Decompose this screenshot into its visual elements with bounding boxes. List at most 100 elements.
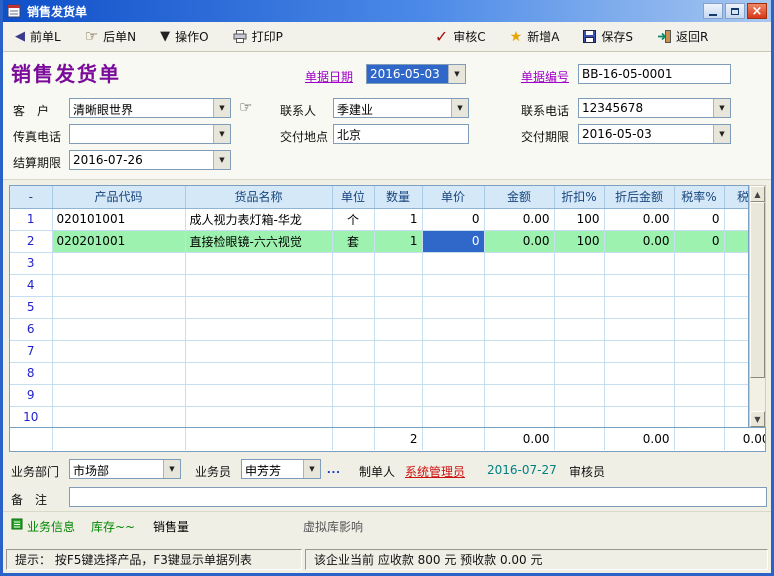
row-number-cell[interactable]: 7 bbox=[10, 340, 52, 362]
fax-combo[interactable]: ▼ bbox=[69, 124, 231, 144]
grid-cell[interactable]: 0 bbox=[674, 230, 724, 252]
grid-cell[interactable] bbox=[374, 362, 422, 384]
grid-cell[interactable] bbox=[484, 362, 554, 384]
grid-cell[interactable]: 1 bbox=[374, 208, 422, 230]
more-button[interactable]: ... bbox=[327, 461, 341, 476]
grid-cell[interactable]: 0.00 bbox=[484, 230, 554, 252]
doc-no-input[interactable] bbox=[578, 64, 731, 84]
grid-header-cell[interactable]: 单价 bbox=[422, 186, 484, 208]
grid-cell[interactable]: 套 bbox=[332, 230, 374, 252]
grid-header-cell[interactable]: - bbox=[10, 186, 52, 208]
grid-cell[interactable] bbox=[674, 274, 724, 296]
grid-cell[interactable] bbox=[185, 362, 332, 384]
grid-header-cell[interactable]: 税额 bbox=[724, 186, 749, 208]
grid-cell[interactable] bbox=[674, 296, 724, 318]
grid-cell[interactable] bbox=[185, 252, 332, 274]
grid-cell[interactable] bbox=[332, 362, 374, 384]
grid-cell[interactable] bbox=[422, 362, 484, 384]
row-number-cell[interactable]: 1 bbox=[10, 208, 52, 230]
grid-scrollbar[interactable]: ▲ ▼ bbox=[749, 185, 766, 428]
grid-cell[interactable] bbox=[484, 406, 554, 428]
grid-cell[interactable] bbox=[484, 252, 554, 274]
business-info-button[interactable]: 业务信息 bbox=[27, 518, 75, 535]
grid-cell[interactable] bbox=[52, 296, 185, 318]
grid-cell[interactable] bbox=[604, 252, 674, 274]
next-doc-button[interactable]: ☞ 后单N bbox=[85, 28, 136, 45]
restore-button[interactable] bbox=[725, 3, 745, 19]
customer-combo[interactable]: 清晰眼世界 ▼ bbox=[69, 98, 231, 118]
grid-cell[interactable] bbox=[554, 406, 604, 428]
row-number-cell[interactable]: 9 bbox=[10, 384, 52, 406]
grid-cell[interactable] bbox=[185, 406, 332, 428]
grid-cell[interactable] bbox=[674, 384, 724, 406]
grid-cell[interactable] bbox=[422, 274, 484, 296]
grid-cell[interactable] bbox=[374, 384, 422, 406]
grid-cell[interactable]: 0.00 bbox=[604, 230, 674, 252]
chevron-down-icon[interactable]: ▼ bbox=[303, 460, 320, 478]
grid-cell[interactable] bbox=[604, 406, 674, 428]
chevron-down-icon[interactable]: ▼ bbox=[213, 151, 230, 169]
grid-cell[interactable] bbox=[724, 384, 749, 406]
grid-cell[interactable] bbox=[724, 252, 749, 274]
grid-header-cell[interactable]: 折扣% bbox=[554, 186, 604, 208]
doc-date-combo[interactable]: 2016-05-03 ▼ bbox=[366, 64, 466, 84]
chevron-down-icon[interactable]: ▼ bbox=[213, 125, 230, 143]
grid-header-cell[interactable]: 税率% bbox=[674, 186, 724, 208]
grid-cell[interactable] bbox=[674, 340, 724, 362]
grid-cell[interactable] bbox=[332, 274, 374, 296]
grid-cell[interactable] bbox=[554, 296, 604, 318]
grid-cell[interactable] bbox=[604, 296, 674, 318]
grid-cell[interactable]: 020101001 bbox=[52, 208, 185, 230]
grid-header-cell[interactable]: 金额 bbox=[484, 186, 554, 208]
dept-combo[interactable]: 市场部 ▼ bbox=[69, 459, 181, 479]
grid-cell[interactable] bbox=[484, 318, 554, 340]
grid-cell[interactable] bbox=[724, 406, 749, 428]
grid-cell[interactable] bbox=[554, 340, 604, 362]
grid-cell[interactable] bbox=[724, 362, 749, 384]
chevron-down-icon[interactable]: ▼ bbox=[213, 99, 230, 117]
row-number-cell[interactable]: 4 bbox=[10, 274, 52, 296]
customer-hand-pointer-icon[interactable]: ☞ bbox=[239, 98, 252, 116]
grid-cell[interactable]: 0.00 bbox=[484, 208, 554, 230]
grid-cell[interactable] bbox=[185, 318, 332, 340]
doc-date-label[interactable]: 单据日期 bbox=[305, 68, 353, 85]
grid-cell[interactable] bbox=[604, 318, 674, 340]
grid-cell[interactable] bbox=[674, 362, 724, 384]
prev-doc-button[interactable]: ◀ 前单L bbox=[15, 28, 61, 45]
grid-cell[interactable] bbox=[554, 384, 604, 406]
close-button[interactable]: × bbox=[747, 3, 767, 19]
phone-combo[interactable]: 12345678 ▼ bbox=[578, 98, 731, 118]
grid-header-cell[interactable]: 数量 bbox=[374, 186, 422, 208]
grid-cell[interactable] bbox=[374, 340, 422, 362]
row-number-cell[interactable]: 5 bbox=[10, 296, 52, 318]
grid-cell[interactable] bbox=[332, 340, 374, 362]
grid-cell[interactable] bbox=[604, 340, 674, 362]
print-button[interactable]: 打印P bbox=[233, 28, 283, 45]
grid-cell[interactable] bbox=[52, 252, 185, 274]
grid-cell[interactable] bbox=[554, 318, 604, 340]
grid-cell[interactable] bbox=[484, 296, 554, 318]
grid-cell[interactable]: 0 bbox=[422, 208, 484, 230]
doc-no-label[interactable]: 单据编号 bbox=[521, 68, 569, 85]
grid-cell[interactable] bbox=[422, 252, 484, 274]
audit-button[interactable]: ✓ 审核C bbox=[435, 28, 486, 45]
save-button[interactable]: 保存S bbox=[583, 28, 633, 45]
grid-cell[interactable] bbox=[724, 274, 749, 296]
grid-cell[interactable] bbox=[374, 274, 422, 296]
minimize-button[interactable] bbox=[703, 3, 723, 19]
maker-value-link[interactable]: 系统管理员 bbox=[405, 463, 465, 480]
grid-cell[interactable] bbox=[332, 252, 374, 274]
grid-cell[interactable]: 0 bbox=[422, 230, 484, 252]
chevron-down-icon[interactable]: ▼ bbox=[713, 99, 730, 117]
grid-cell[interactable] bbox=[374, 296, 422, 318]
grid-cell[interactable] bbox=[185, 296, 332, 318]
salesman-combo[interactable]: 申芳芳 ▼ bbox=[241, 459, 321, 479]
grid-cell[interactable] bbox=[52, 384, 185, 406]
chevron-down-icon[interactable]: ▼ bbox=[713, 125, 730, 143]
grid-cell[interactable] bbox=[554, 252, 604, 274]
row-number-cell[interactable]: 2 bbox=[10, 230, 52, 252]
grid-cell[interactable] bbox=[422, 406, 484, 428]
grid-cell[interactable] bbox=[422, 318, 484, 340]
action-button[interactable]: ▼ 操作O bbox=[160, 28, 208, 45]
grid-cell[interactable]: 0.00 bbox=[604, 208, 674, 230]
